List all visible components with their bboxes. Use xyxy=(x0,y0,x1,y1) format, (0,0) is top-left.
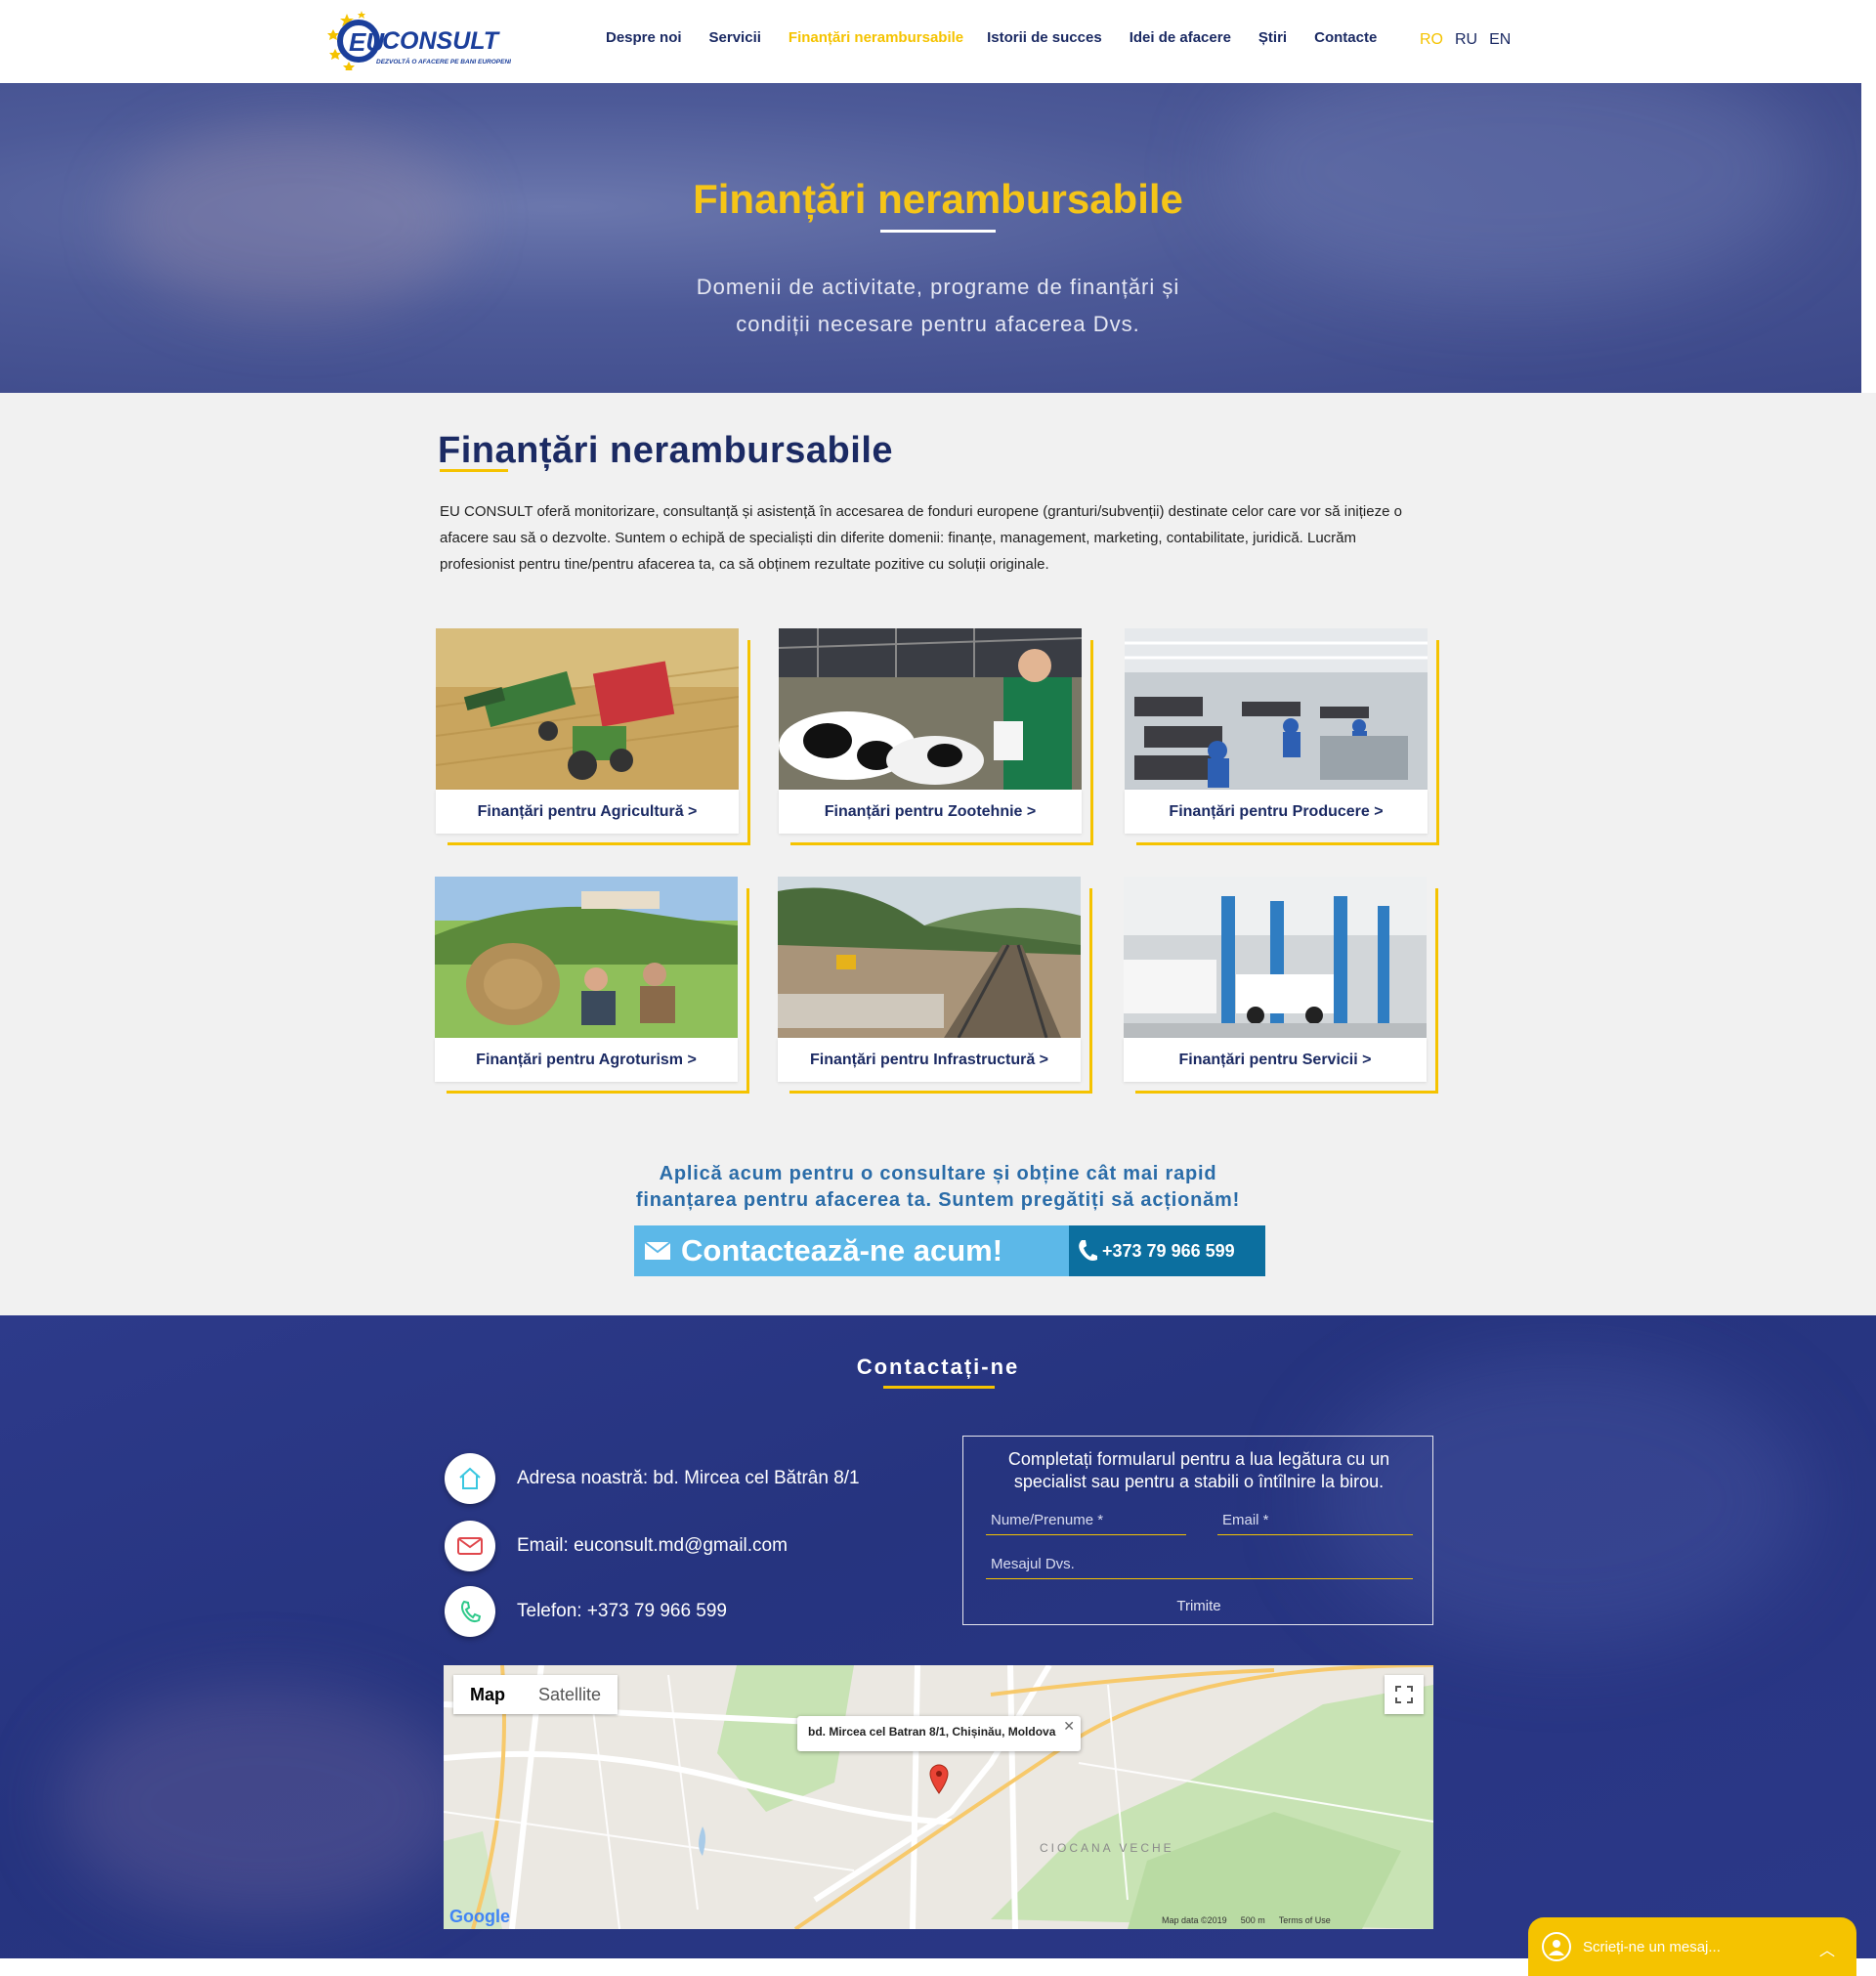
card-label[interactable]: Finanțări pentru Zootehnie > xyxy=(779,790,1082,834)
hero-title-underline xyxy=(880,230,996,233)
hero-subtitle-line: Domenii de activitate, programe de finan… xyxy=(696,275,1180,299)
map-scale[interactable]: 500 m xyxy=(1241,1915,1265,1925)
agrotourism-photo xyxy=(435,877,738,1038)
chat-widget[interactable]: Scrieți-ne un mesaj... ︿ xyxy=(1528,1917,1856,1976)
cta-text-line: Aplică acum pentru o consultare și obțin… xyxy=(659,1163,1217,1184)
phone-icon xyxy=(445,1586,495,1637)
cta-phone-number: +373 79 966 599 xyxy=(1102,1240,1235,1261)
contact-form: Completați formularul pentru a lua legăt… xyxy=(962,1436,1433,1625)
main-nav: Despre noi Servicii Finanțări nerambursa… xyxy=(606,29,1404,46)
card-servicii[interactable]: Finanțări pentru Servicii > xyxy=(1124,877,1438,1094)
card-agroturism[interactable]: Finanțări pentru Agroturism > xyxy=(435,877,749,1094)
map-marker-icon[interactable] xyxy=(928,1763,950,1799)
map-info-window: bd. Mircea cel Batran 8/1, Chișinău, Mol… xyxy=(797,1716,1081,1751)
map-terms-link[interactable]: Terms of Use xyxy=(1279,1915,1331,1925)
svg-text:DEZVOLTĂ O AFACERE PE BANI EUR: DEZVOLTĂ O AFACERE PE BANI EUROPENI xyxy=(376,57,511,65)
email-text[interactable]: Email: euconsult.md@gmail.com xyxy=(517,1535,788,1557)
form-heading-line: specialist sau pentru a stabili o întîln… xyxy=(1013,1472,1385,1491)
language-switcher: RO RU EN xyxy=(1420,31,1511,49)
eu-consult-logo[interactable]: EU CONSULT DEZVOLTĂ O AFACERE PE BANI EU… xyxy=(327,8,523,72)
card-agricultura[interactable]: Finanțări pentru Agricultură > xyxy=(436,628,750,845)
lang-ro[interactable]: RO xyxy=(1420,31,1443,49)
chat-placeholder[interactable]: Scrieți-ne un mesaj... xyxy=(1583,1939,1721,1955)
nav-istorii-de-succes[interactable]: Istorii de succes xyxy=(987,29,1102,46)
hero-subtitle: Domenii de activitate, programe de finan… xyxy=(0,269,1861,343)
user-avatar-icon xyxy=(1542,1932,1571,1961)
agriculture-photo xyxy=(436,628,739,790)
card-label[interactable]: Finanțări pentru Producere > xyxy=(1125,790,1428,834)
phone-icon xyxy=(1079,1240,1097,1261)
main-content: Finanțări nerambursabile EU CONSULT ofer… xyxy=(0,393,1876,1315)
infrastructure-photo xyxy=(778,877,1081,1038)
phone-row: Telefon: +373 79 966 599 xyxy=(445,1586,727,1637)
nav-despre-noi[interactable]: Despre noi xyxy=(606,29,682,46)
phone-text[interactable]: Telefon: +373 79 966 599 xyxy=(517,1601,727,1622)
envelope-icon xyxy=(445,1521,495,1571)
nav-contacte[interactable]: Contacte xyxy=(1314,29,1377,46)
card-infrastructura[interactable]: Finanțări pentru Infrastructură > xyxy=(778,877,1092,1094)
lang-ru[interactable]: RU xyxy=(1455,31,1477,49)
factory-photo xyxy=(1125,628,1428,790)
logo-brand-text: CONSULT xyxy=(382,27,501,55)
site-header: EU CONSULT DEZVOLTĂ O AFACERE PE BANI EU… xyxy=(0,0,1876,83)
card-zootehnie[interactable]: Finanțări pentru Zootehnie > xyxy=(779,628,1093,845)
contact-now-button[interactable]: Contactează-ne acum! xyxy=(634,1225,1069,1276)
card-label[interactable]: Finanțări pentru Infrastructură > xyxy=(778,1038,1081,1082)
cta-text: Aplică acum pentru o consultare și obțin… xyxy=(0,1161,1876,1214)
chevron-up-icon[interactable]: ︿ xyxy=(1819,1937,1835,1960)
card-producere[interactable]: Finanțări pentru Producere > xyxy=(1125,628,1439,845)
call-phone-button[interactable]: +373 79 966 599 xyxy=(1069,1225,1265,1276)
google-logo: Google xyxy=(449,1907,510,1926)
email-input[interactable]: Email * xyxy=(1217,1508,1413,1535)
hero-title: Finanțări nerambursabile xyxy=(693,176,1183,222)
message-input[interactable]: Mesajul Dvs. xyxy=(986,1552,1413,1579)
contact-section: Contactați-ne Adresa noastră: bd. Mircea… xyxy=(0,1315,1876,1958)
form-heading-line: Completați formularul pentru a lua legăt… xyxy=(1007,1449,1390,1469)
map-tab-map[interactable]: Map xyxy=(453,1675,522,1714)
map-type-tabs: Map Satellite xyxy=(453,1675,618,1714)
map-footer: Map data ©2019 500 m Terms of Use xyxy=(1162,1915,1331,1925)
contact-title: Contactați-ne xyxy=(856,1354,1020,1379)
lang-en[interactable]: EN xyxy=(1489,31,1511,49)
hero-subtitle-line: condiții necesare pentru afacerea Dvs. xyxy=(736,312,1140,336)
close-icon[interactable]: ✕ xyxy=(1063,1718,1075,1735)
contact-now-label: Contactează-ne acum! xyxy=(681,1233,1003,1267)
map-district-label: CIOCANA VECHE xyxy=(1040,1841,1174,1855)
address-text: Adresa noastră: bd. Mircea cel Bătrân 8/… xyxy=(517,1468,860,1488)
section-title: Finanțări nerambursabile xyxy=(438,430,894,471)
fullscreen-icon[interactable] xyxy=(1385,1675,1424,1714)
nav-idei-de-afacere[interactable]: Idei de afacere xyxy=(1130,29,1231,46)
nav-finantari-nerambursabile[interactable]: Finanțări nerambursabile xyxy=(789,29,963,46)
google-map[interactable]: Map Satellite bd. Mircea cel Batran 8/1,… xyxy=(444,1665,1433,1929)
form-heading: Completați formularul pentru a lua legăt… xyxy=(963,1448,1434,1493)
cta-text-line: finanțarea pentru afacerea ta. Suntem pr… xyxy=(635,1189,1241,1211)
svg-text:EU: EU xyxy=(349,27,385,57)
nav-stiri[interactable]: Știri xyxy=(1258,29,1287,46)
map-info-text: bd. Mircea cel Batran 8/1, Chișinău, Mol… xyxy=(808,1725,1056,1739)
livestock-photo xyxy=(779,628,1082,790)
card-label[interactable]: Finanțări pentru Agricultură > xyxy=(436,790,739,834)
mail-icon xyxy=(644,1241,671,1260)
contact-title-underline xyxy=(883,1386,995,1389)
address-row: Adresa noastră: bd. Mircea cel Bătrân 8/… xyxy=(445,1453,860,1504)
intro-paragraph: EU CONSULT oferă monitorizare, consultan… xyxy=(440,503,1402,573)
card-label[interactable]: Finanțări pentru Agroturism > xyxy=(435,1038,738,1082)
home-icon xyxy=(445,1453,495,1504)
section-title-underline xyxy=(440,469,508,472)
name-input[interactable]: Nume/Prenume * xyxy=(986,1508,1186,1535)
hero-banner: Finanțări nerambursabile Domenii de acti… xyxy=(0,83,1861,393)
card-label[interactable]: Finanțări pentru Servicii > xyxy=(1124,1038,1427,1082)
map-data-credit: Map data ©2019 xyxy=(1162,1915,1227,1925)
submit-button[interactable]: Trimite xyxy=(963,1598,1434,1614)
map-tab-satellite[interactable]: Satellite xyxy=(522,1675,618,1714)
auto-service-photo xyxy=(1124,877,1427,1038)
nav-servicii[interactable]: Servicii xyxy=(709,29,761,46)
email-row: Email: euconsult.md@gmail.com xyxy=(445,1521,788,1571)
